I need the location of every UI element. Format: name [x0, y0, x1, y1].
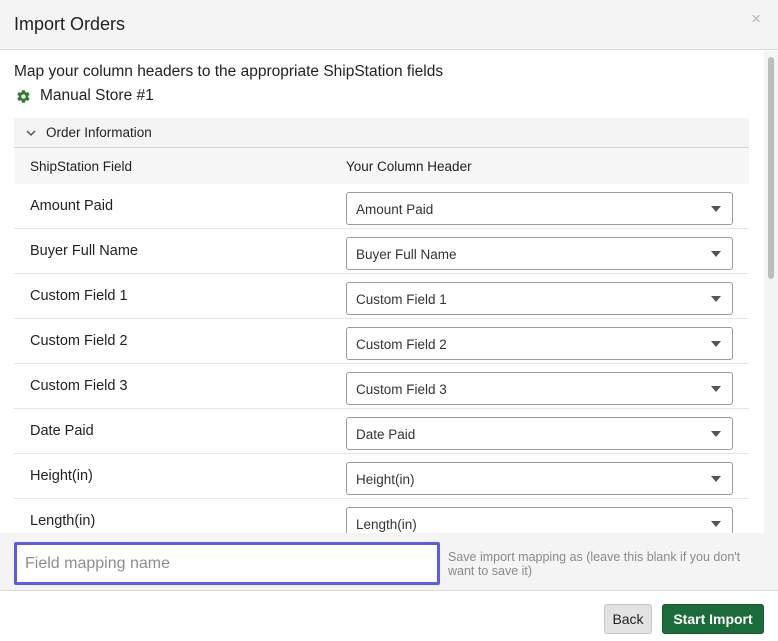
table-row: Custom Field 1 Custom Field 1: [14, 274, 749, 319]
select-value: Date Paid: [356, 427, 416, 442]
select-value: Amount Paid: [356, 202, 434, 217]
save-mapping-bar: Save import mapping as (leave this blank…: [0, 533, 778, 591]
table-header: ShipStation Field Your Column Header: [14, 148, 749, 184]
field-label: Custom Field 3: [30, 378, 128, 394]
select-value: Custom Field 2: [356, 337, 447, 352]
close-icon[interactable]: ×: [751, 10, 761, 27]
select-value: Custom Field 3: [356, 382, 447, 397]
caret-down-icon: [711, 521, 721, 527]
store-label: Manual Store #1: [16, 87, 154, 105]
column-header-shipstation-field: ShipStation Field: [30, 158, 133, 174]
column-select[interactable]: Custom Field 2: [346, 327, 733, 360]
field-label: Custom Field 2: [30, 333, 128, 349]
back-button[interactable]: Back: [604, 604, 652, 634]
select-value: Custom Field 1: [356, 292, 447, 307]
table-row: Amount Paid Amount Paid: [14, 184, 749, 229]
chevron-down-icon: [26, 129, 36, 136]
table-row: Height(in) Height(in): [14, 454, 749, 499]
table-row: Custom Field 2 Custom Field 2: [14, 319, 749, 364]
column-select[interactable]: Amount Paid: [346, 192, 733, 225]
column-select[interactable]: Custom Field 3: [346, 372, 733, 405]
scrollbar[interactable]: [764, 51, 778, 533]
select-value: Buyer Full Name: [356, 247, 457, 262]
table-row: Custom Field 3 Custom Field 3: [14, 364, 749, 409]
column-header-your-column: Your Column Header: [346, 158, 472, 174]
dialog-title: Import Orders: [14, 14, 126, 34]
dialog-body[interactable]: Map your column headers to the appropria…: [0, 51, 778, 533]
import-orders-dialog: Import Orders × Map your column headers …: [0, 0, 778, 641]
column-select[interactable]: Buyer Full Name: [346, 237, 733, 270]
field-label: Custom Field 1: [30, 288, 128, 304]
caret-down-icon: [711, 476, 721, 482]
caret-down-icon: [711, 296, 721, 302]
caret-down-icon: [711, 341, 721, 347]
order-information-section: Order Information ShipStation Field Your…: [14, 118, 749, 533]
select-value: Length(in): [356, 517, 417, 532]
field-label: Buyer Full Name: [30, 243, 138, 259]
scrollbar-thumb[interactable]: [768, 57, 774, 279]
save-mapping-hint: Save import mapping as (leave this blank…: [448, 550, 741, 578]
select-value: Height(in): [356, 472, 415, 487]
table-row: Buyer Full Name Buyer Full Name: [14, 229, 749, 274]
field-label: Date Paid: [30, 423, 94, 439]
caret-down-icon: [711, 251, 721, 257]
caret-down-icon: [711, 431, 721, 437]
field-mapping-name-input[interactable]: [14, 542, 440, 585]
field-label: Length(in): [30, 513, 96, 529]
intro-text: Map your column headers to the appropria…: [14, 63, 444, 80]
column-select[interactable]: Custom Field 1: [346, 282, 733, 315]
caret-down-icon: [711, 206, 721, 212]
field-label: Amount Paid: [30, 198, 114, 214]
column-select[interactable]: Length(in): [346, 507, 733, 533]
column-select[interactable]: Height(in): [346, 462, 733, 495]
table-row: Date Paid Date Paid: [14, 409, 749, 454]
dialog-footer: Back Start Import: [0, 592, 778, 641]
column-select[interactable]: Date Paid: [346, 417, 733, 450]
caret-down-icon: [711, 386, 721, 392]
dialog-header: Import Orders ×: [0, 0, 778, 50]
field-label: Height(in): [30, 468, 93, 484]
table-row: Length(in) Length(in): [14, 499, 749, 533]
gear-icon: [17, 89, 30, 103]
section-title: Order Information: [46, 125, 152, 140]
store-name: Manual Store #1: [40, 87, 154, 104]
section-toggle[interactable]: Order Information: [14, 118, 749, 148]
start-import-button[interactable]: Start Import: [662, 604, 764, 634]
